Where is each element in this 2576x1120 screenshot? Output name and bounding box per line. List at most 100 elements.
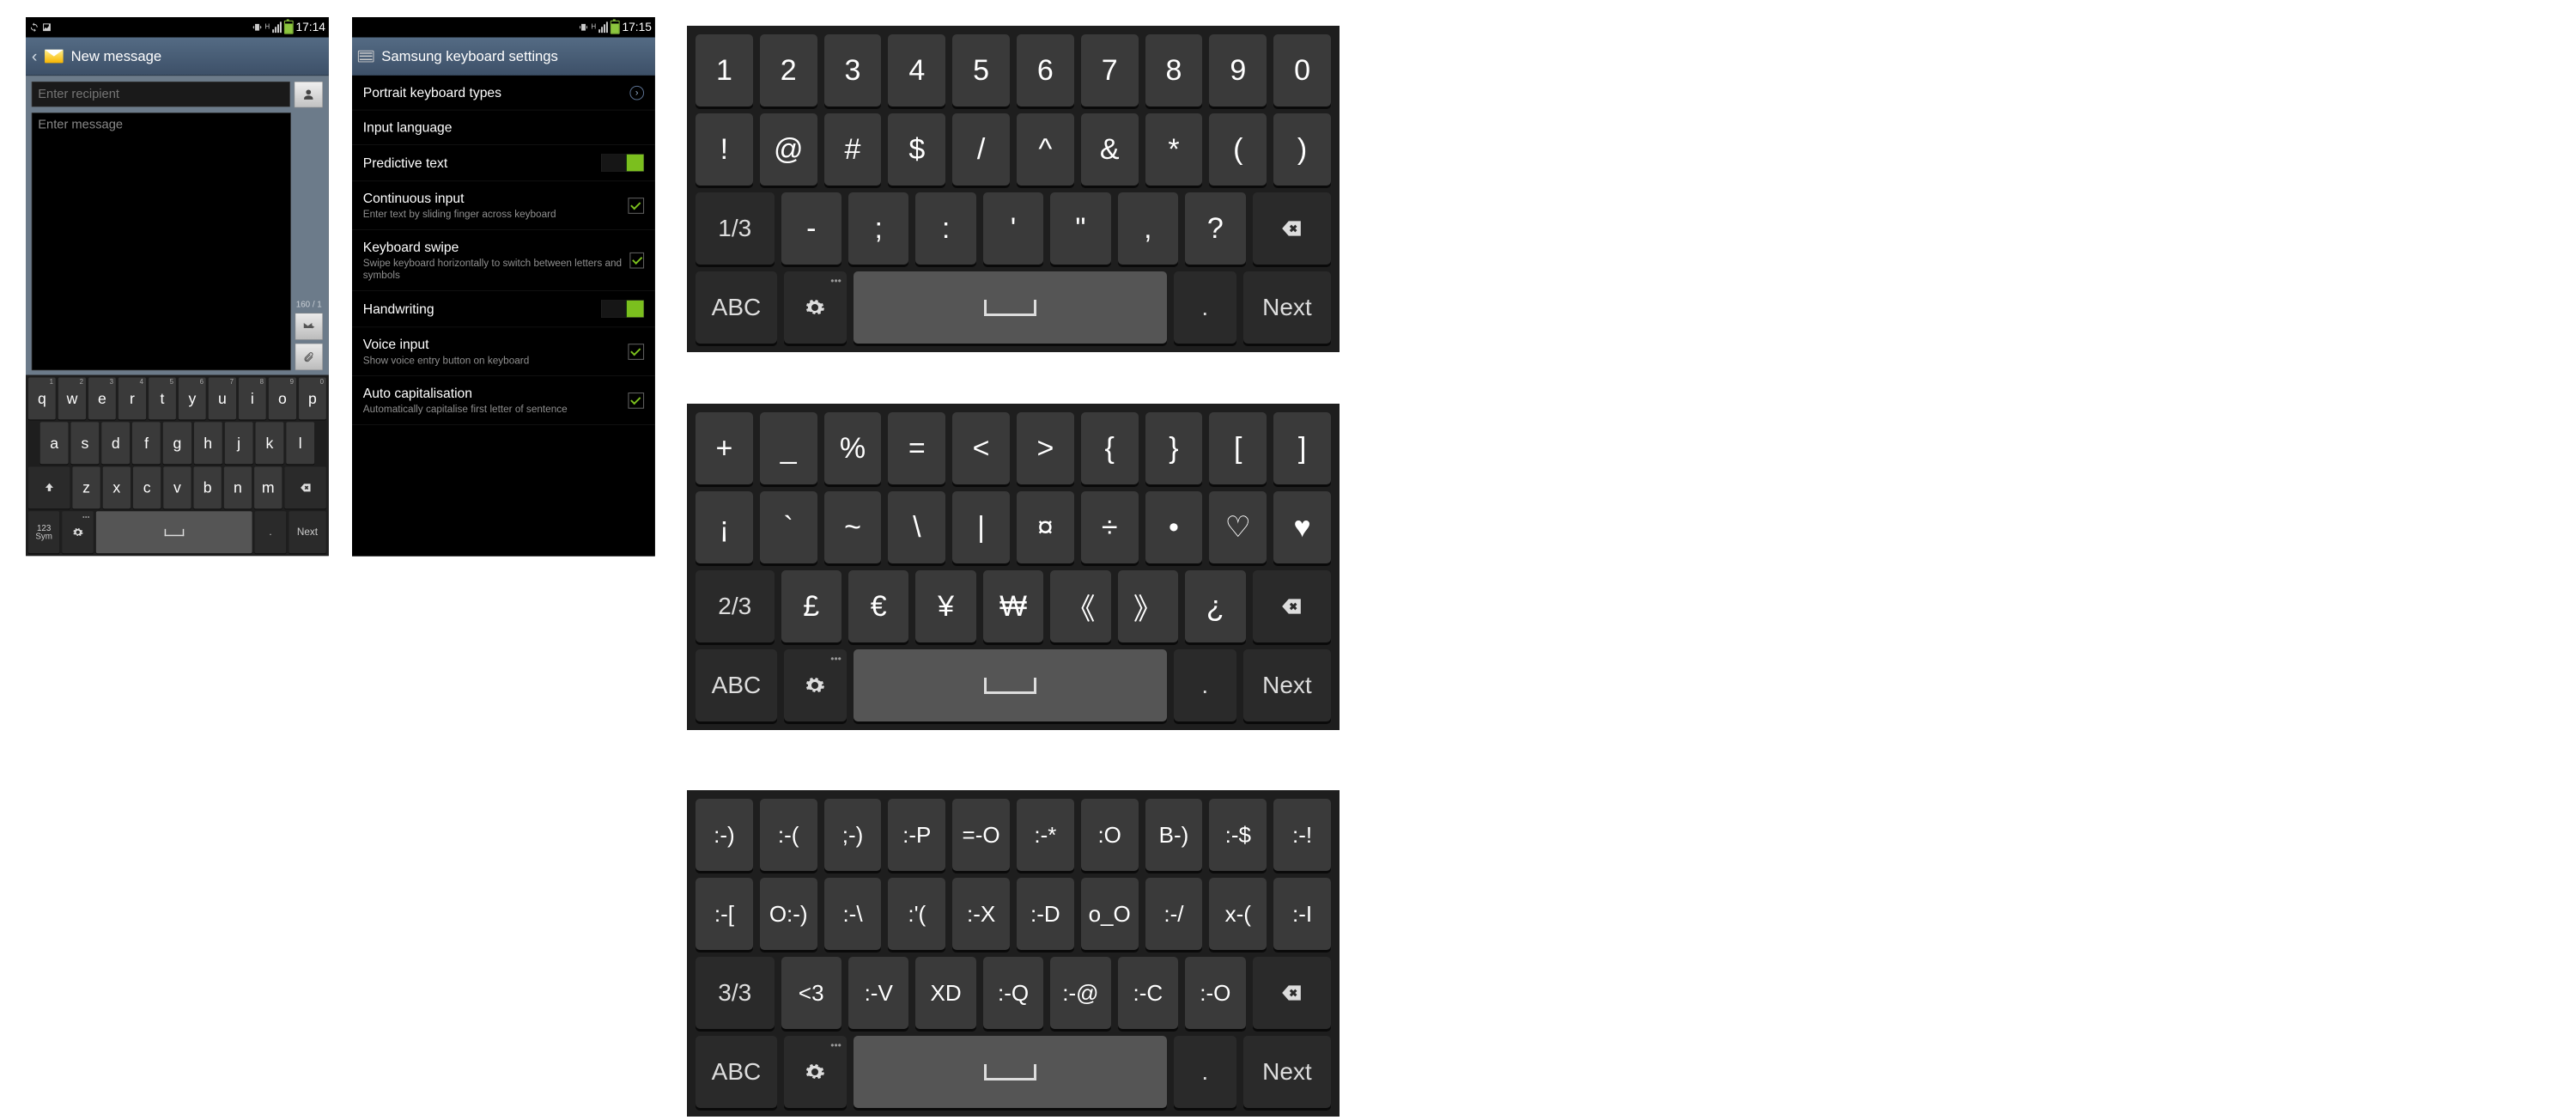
key[interactable]: :-C xyxy=(1118,957,1178,1029)
abc-key[interactable]: ABC xyxy=(696,271,777,344)
settings-row[interactable]: Input language xyxy=(352,110,655,144)
key[interactable]: ;-) xyxy=(824,799,882,871)
period-key[interactable]: . xyxy=(255,511,286,553)
space-key[interactable] xyxy=(854,271,1167,344)
key-z[interactable]: z xyxy=(72,466,100,508)
key[interactable]: ' xyxy=(983,192,1043,265)
key[interactable]: =-O xyxy=(952,799,1010,871)
key-e[interactable]: 3e xyxy=(88,377,116,419)
key[interactable]: 《 xyxy=(1050,570,1110,642)
key-x[interactable]: x xyxy=(103,466,131,508)
key[interactable]: :-D xyxy=(1017,878,1074,950)
key[interactable]: & xyxy=(1081,113,1139,186)
backspace-key[interactable] xyxy=(284,466,326,508)
key[interactable]: :-( xyxy=(760,799,817,871)
key-s[interactable]: s xyxy=(70,422,99,464)
key[interactable]: ♡ xyxy=(1209,491,1267,563)
checkbox[interactable] xyxy=(628,198,644,214)
key[interactable]: | xyxy=(952,491,1010,563)
key[interactable]: } xyxy=(1145,412,1203,484)
key[interactable]: B-) xyxy=(1145,799,1203,871)
settings-row[interactable]: Handwriting xyxy=(352,291,655,328)
key[interactable]: :-[ xyxy=(696,878,753,950)
key[interactable]: ; xyxy=(848,192,908,265)
key[interactable]: % xyxy=(824,412,882,484)
key[interactable]: :-\ xyxy=(824,878,882,950)
key[interactable]: :-! xyxy=(1273,799,1331,871)
key[interactable]: ^ xyxy=(1017,113,1074,186)
key[interactable]: ¤ xyxy=(1017,491,1074,563)
settings-key[interactable]: ••• xyxy=(62,511,93,553)
key[interactable]: # xyxy=(824,113,882,186)
next-key[interactable]: Next xyxy=(289,511,326,553)
key[interactable]: o_O xyxy=(1081,878,1139,950)
key-l[interactable]: l xyxy=(286,422,314,464)
backspace-key[interactable] xyxy=(1253,192,1332,265)
key-m[interactable]: m xyxy=(254,466,282,508)
key[interactable]: ¿ xyxy=(1185,570,1245,642)
key[interactable]: ` xyxy=(760,491,817,563)
toggle-switch[interactable] xyxy=(601,154,644,172)
key[interactable]: :-O xyxy=(1185,957,1245,1029)
key[interactable]: 7 xyxy=(1081,34,1139,107)
settings-row[interactable]: Portrait keyboard types› xyxy=(352,76,655,110)
key[interactable]: ( xyxy=(1209,113,1267,186)
key-r[interactable]: 4r xyxy=(118,377,146,419)
settings-key[interactable]: ••• xyxy=(784,649,847,721)
key[interactable]: 1 xyxy=(696,34,753,107)
key[interactable]: * xyxy=(1145,113,1203,186)
settings-row[interactable]: Keyboard swipeSwipe keyboard horizontall… xyxy=(352,230,655,291)
key[interactable]: 2 xyxy=(760,34,817,107)
key[interactable]: :-I xyxy=(1273,878,1331,950)
attach-button[interactable] xyxy=(295,344,323,370)
key[interactable]: ] xyxy=(1273,412,1331,484)
key-i[interactable]: 8i xyxy=(239,377,266,419)
key[interactable]: :-V xyxy=(848,957,908,1029)
pick-contact-button[interactable] xyxy=(295,82,323,107)
settings-key[interactable]: ••• xyxy=(784,1036,847,1108)
key[interactable]: ÷ xyxy=(1081,491,1139,563)
key-g[interactable]: g xyxy=(163,422,191,464)
key[interactable]: :-@ xyxy=(1050,957,1110,1029)
key-j[interactable]: j xyxy=(225,422,253,464)
key-v[interactable]: v xyxy=(163,466,191,508)
settings-row[interactable]: Voice inputShow voice entry button on ke… xyxy=(352,327,655,376)
key[interactable]: ) xyxy=(1273,113,1331,186)
key-q[interactable]: 1q xyxy=(28,377,56,419)
key[interactable]: 3 xyxy=(824,34,882,107)
key[interactable]: " xyxy=(1050,192,1110,265)
key[interactable]: :-) xyxy=(696,799,753,871)
key[interactable]: :-$ xyxy=(1209,799,1267,871)
key[interactable]: O:-) xyxy=(760,878,817,950)
abc-key[interactable]: ABC xyxy=(696,649,777,721)
key[interactable]: :-Q xyxy=(983,957,1043,1029)
next-key[interactable]: Next xyxy=(1243,1036,1331,1108)
key[interactable]: XD xyxy=(915,957,975,1029)
key[interactable]: < xyxy=(952,412,1010,484)
key[interactable]: \ xyxy=(888,491,945,563)
key[interactable]: € xyxy=(848,570,908,642)
key-n[interactable]: n xyxy=(224,466,252,508)
checkbox[interactable] xyxy=(628,393,644,409)
key[interactable]: ¥ xyxy=(915,570,975,642)
settings-row[interactable]: Predictive text xyxy=(352,144,655,181)
key-b[interactable]: b xyxy=(194,466,222,508)
key[interactable]: 4 xyxy=(888,34,945,107)
key-f[interactable]: f xyxy=(132,422,161,464)
key-d[interactable]: d xyxy=(101,422,130,464)
key[interactable]: 0 xyxy=(1273,34,1331,107)
period-key[interactable]: . xyxy=(1174,649,1236,721)
toggle-switch[interactable] xyxy=(601,300,644,318)
key-h[interactable]: h xyxy=(194,422,222,464)
key-p[interactable]: 0p xyxy=(299,377,326,419)
space-key[interactable] xyxy=(854,1036,1167,1108)
key[interactable]: ¡ xyxy=(696,491,753,563)
key-a[interactable]: a xyxy=(40,422,69,464)
key[interactable]: 5 xyxy=(952,34,1010,107)
key[interactable]: _ xyxy=(760,412,817,484)
settings-key[interactable]: ••• xyxy=(784,271,847,344)
key[interactable]: ♥ xyxy=(1273,491,1331,563)
key[interactable]: :O xyxy=(1081,799,1139,871)
backspace-key[interactable] xyxy=(1253,957,1332,1029)
key[interactable]: ? xyxy=(1185,192,1245,265)
